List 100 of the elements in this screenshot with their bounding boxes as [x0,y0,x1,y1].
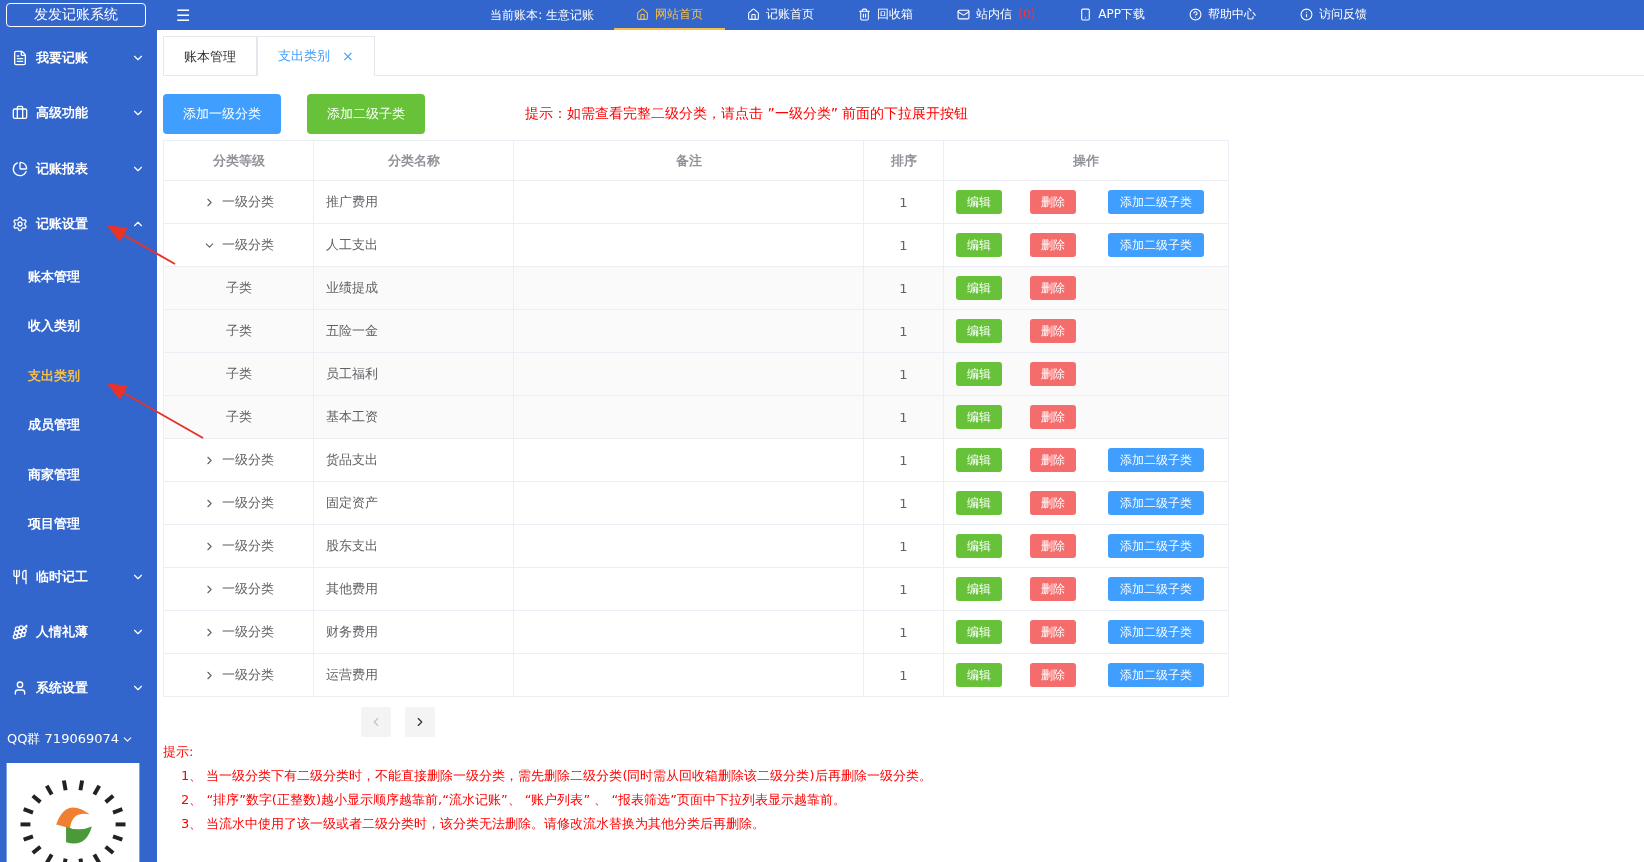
notes-title: 提示: [163,743,195,761]
delete-button[interactable]: 删除 [1030,362,1076,386]
add-child-button[interactable]: 添加二级子类 [1108,663,1204,687]
sidebar-group[interactable]: 记账设置 [0,196,157,252]
hint-text: 提示：如需查看完整二级分类，请点击 ”一级分类” 前面的下拉展开按钮 [525,105,969,123]
add-child-button[interactable]: 添加二级子类 [1108,491,1204,515]
table-cell: 推广费用 [314,181,514,224]
table-cell: 其他费用 [314,568,514,611]
table-cell: 1 [864,482,944,525]
edit-button[interactable]: 编辑 [956,620,1002,644]
add-child-button[interactable]: 添加二级子类 [1108,190,1204,214]
nav-item[interactable]: APP下载 [1057,0,1167,30]
nav-item[interactable]: 记账首页 [725,0,837,30]
sidebar-item[interactable]: 支出类别 [0,350,157,401]
nav-item[interactable]: 回收箱 [836,0,936,30]
table-cell: 货品支出 [314,439,514,482]
nav-item[interactable]: 访问反馈 [1277,0,1389,30]
delete-button[interactable]: 删除 [1030,534,1076,558]
add-button[interactable]: 添加二级子类 [307,94,425,134]
note-text: 1、 当一级分类下有二级分类时，不能直接删除一级分类，需先删除二级分类(同时需从回收箱删除该二级分类)后再删除一级分类。 [180,767,933,785]
delete-button[interactable]: 删除 [1030,620,1076,644]
table-cell: 人工支出 [314,224,514,267]
table-cell: 1 [864,396,944,439]
table-cell: 一级分类 [164,525,314,568]
sidebar-item[interactable]: 项目管理 [0,499,157,550]
delete-button[interactable]: 删除 [1030,276,1076,300]
app-logo[interactable]: 发发记账系统 [6,3,146,27]
delete-button[interactable]: 删除 [1030,190,1076,214]
delete-button[interactable]: 删除 [1030,663,1076,687]
edit-button[interactable]: 编辑 [956,319,1002,343]
table-cell: 1 [864,181,944,224]
table-cell: 一级分类 [164,654,314,697]
delete-button[interactable]: 删除 [1030,448,1076,472]
table-cell: 1 [864,525,944,568]
table-cell: 子类 [164,310,314,353]
sidebar-group[interactable]: 系统设置 [0,660,157,716]
table-cell: 1 [864,568,944,611]
edit-button[interactable]: 编辑 [956,491,1002,515]
table-cell: 运营费用 [314,654,514,697]
edit-button[interactable]: 编辑 [956,233,1002,257]
message-count: (0) [1018,7,1036,21]
delete-button[interactable]: 删除 [1030,233,1076,257]
table-cell: 五险一金 [314,310,514,353]
table-cell: 业绩提成 [314,267,514,310]
add-child-button[interactable]: 添加二级子类 [1108,577,1204,601]
qq-group[interactable]: QQ群 719069074 [7,730,120,749]
table-cell: 基本工资 [314,396,514,439]
table-cell: 1 [864,267,944,310]
delete-button[interactable]: 删除 [1030,319,1076,343]
table-cell: 固定资产 [314,482,514,525]
sidebar-group[interactable]: 记账报表 [0,140,157,197]
table-cell: 1 [864,224,944,267]
edit-button[interactable]: 编辑 [956,405,1002,429]
nav-item[interactable]: 帮助中心 [1166,0,1278,30]
nav-label: 帮助中心 [1207,5,1256,23]
delete-button[interactable]: 删除 [1030,405,1076,429]
nav-item[interactable]: 站内信 (0) [935,0,1058,30]
add-child-button[interactable]: 添加二级子类 [1108,534,1204,558]
close-icon[interactable]: × [342,48,354,64]
sidebar-group[interactable]: 人情礼薄 [0,604,157,660]
delete-button[interactable]: 删除 [1030,577,1076,601]
table-cell: 1 [864,439,944,482]
table-cell: 一级分类 [164,181,314,224]
current-book: 当前账本: 生意记账 [490,6,595,24]
nav-label: 回收箱 [877,5,914,23]
nav-label: 网站首页 [655,5,704,23]
edit-button[interactable]: 编辑 [956,534,1002,558]
tab[interactable]: 账本管理 [163,36,257,76]
edit-button[interactable]: 编辑 [956,362,1002,386]
menu-icon[interactable]: ☰ [176,5,191,25]
nav-label: APP下载 [1098,5,1145,23]
sidebar-group[interactable]: 临时记工 [0,549,157,605]
note-text: 2、 “排序”数字(正整数)越小显示顺序越靠前,“流水记账”、 “账户列表” 、 “报表筛选”页面中下拉列表显示越靠前。 [180,791,847,809]
edit-button[interactable]: 编辑 [956,276,1002,300]
sidebar-group[interactable]: 高级功能 [0,85,157,141]
delete-button[interactable]: 删除 [1030,491,1076,515]
table-cell: 财务费用 [314,611,514,654]
group-label: 人情礼薄 [36,623,89,642]
sidebar-item[interactable]: 商家管理 [0,450,157,500]
group-label: 系统设置 [36,678,89,697]
group-label: 记账设置 [36,215,89,234]
sidebar-item[interactable]: 成员管理 [0,400,157,450]
add-child-button[interactable]: 添加二级子类 [1108,448,1204,472]
tab[interactable]: 支出类别 × [257,36,375,76]
add-child-button[interactable]: 添加二级子类 [1108,233,1204,257]
sidebar-item[interactable]: 账本管理 [0,251,157,302]
edit-button[interactable]: 编辑 [956,577,1002,601]
edit-button[interactable]: 编辑 [956,448,1002,472]
add-child-button[interactable]: 添加二级子类 [1108,620,1204,644]
nav-item[interactable]: 网站首页 [614,0,726,30]
table-cell: 一级分类 [164,224,314,267]
add-button[interactable]: 添加一级分类 [163,94,281,134]
group-label: 临时记工 [36,567,89,586]
sidebar-item[interactable]: 收入类别 [0,301,157,351]
table-cell: 一级分类 [164,482,314,525]
group-label: 高级功能 [36,104,89,123]
edit-button[interactable]: 编辑 [956,663,1002,687]
nav-label: 记账首页 [766,5,815,23]
sidebar-group[interactable]: 我要记账 [0,30,157,86]
edit-button[interactable]: 编辑 [956,190,1002,214]
